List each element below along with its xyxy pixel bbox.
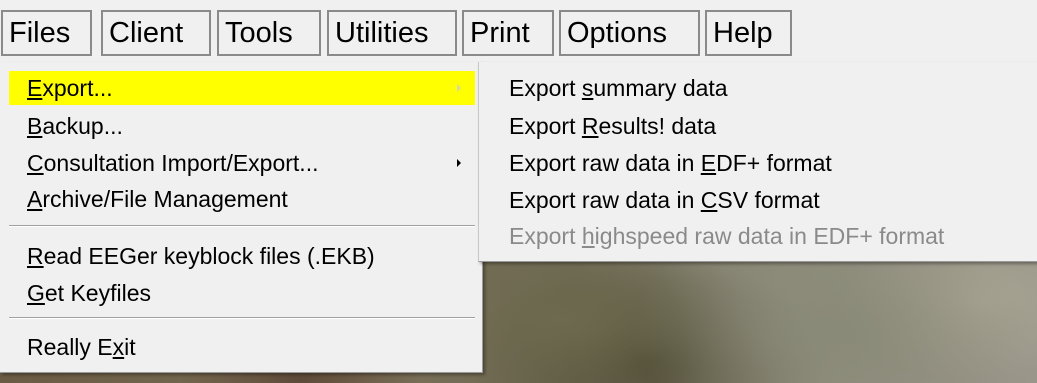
menu-item-backup[interactable]: Backup...	[9, 109, 475, 143]
submenu-item-export-highspeed-edf-format: Export highspeed raw data in EDF+ format	[509, 223, 945, 249]
menu-item-label: Get Keyfiles	[27, 280, 151, 306]
menu-item-export[interactable]: Export...	[9, 71, 475, 105]
menu-files[interactable]: Files	[1, 10, 92, 56]
menu-item-label: Backup...	[27, 113, 123, 139]
submenu-arrow-icon	[457, 159, 461, 167]
menu-help[interactable]: Help	[705, 10, 792, 56]
menu-item-label: Really Exit	[27, 334, 136, 360]
submenu-arrow-icon	[457, 84, 461, 92]
menu-item-archive-file-management[interactable]: Archive/File Management	[9, 182, 475, 216]
menu-client[interactable]: Client	[101, 10, 211, 56]
submenu-item-export-results-data[interactable]: Export Results! data	[509, 109, 716, 143]
export-submenu: Export summary data Export Results! data…	[478, 62, 1037, 262]
menu-options[interactable]: Options	[559, 10, 700, 56]
menu-item-really-exit[interactable]: Really Exit	[9, 330, 475, 364]
menu-bar: Files Client Tools Utilities Print Optio…	[0, 0, 1037, 62]
menu-item-label: Consultation Import/Export...	[27, 150, 319, 176]
menu-separator	[9, 317, 475, 319]
submenu-item-export-edf-format[interactable]: Export raw data in EDF+ format	[509, 146, 832, 180]
menu-item-label: Export...	[27, 75, 113, 101]
menu-utilities[interactable]: Utilities	[327, 10, 457, 56]
menu-item-consultation-import-export[interactable]: Consultation Import/Export...	[9, 146, 475, 180]
submenu-item-export-csv-format[interactable]: Export raw data in CSV format	[509, 183, 820, 217]
menu-print[interactable]: Print	[462, 10, 554, 56]
menu-item-read-keyblock-files[interactable]: Read EEGer keyblock files (.EKB)	[9, 239, 475, 273]
files-dropdown-menu: Export... Backup... Consultation Import/…	[0, 62, 483, 373]
menu-separator	[9, 225, 475, 227]
submenu-item-export-summary-data[interactable]: Export summary data	[509, 71, 728, 105]
menu-tools[interactable]: Tools	[217, 10, 321, 56]
menu-item-label: Read EEGer keyblock files (.EKB)	[27, 243, 375, 269]
menu-item-label: Archive/File Management	[27, 186, 288, 212]
menu-item-get-keyfiles[interactable]: Get Keyfiles	[9, 276, 475, 310]
